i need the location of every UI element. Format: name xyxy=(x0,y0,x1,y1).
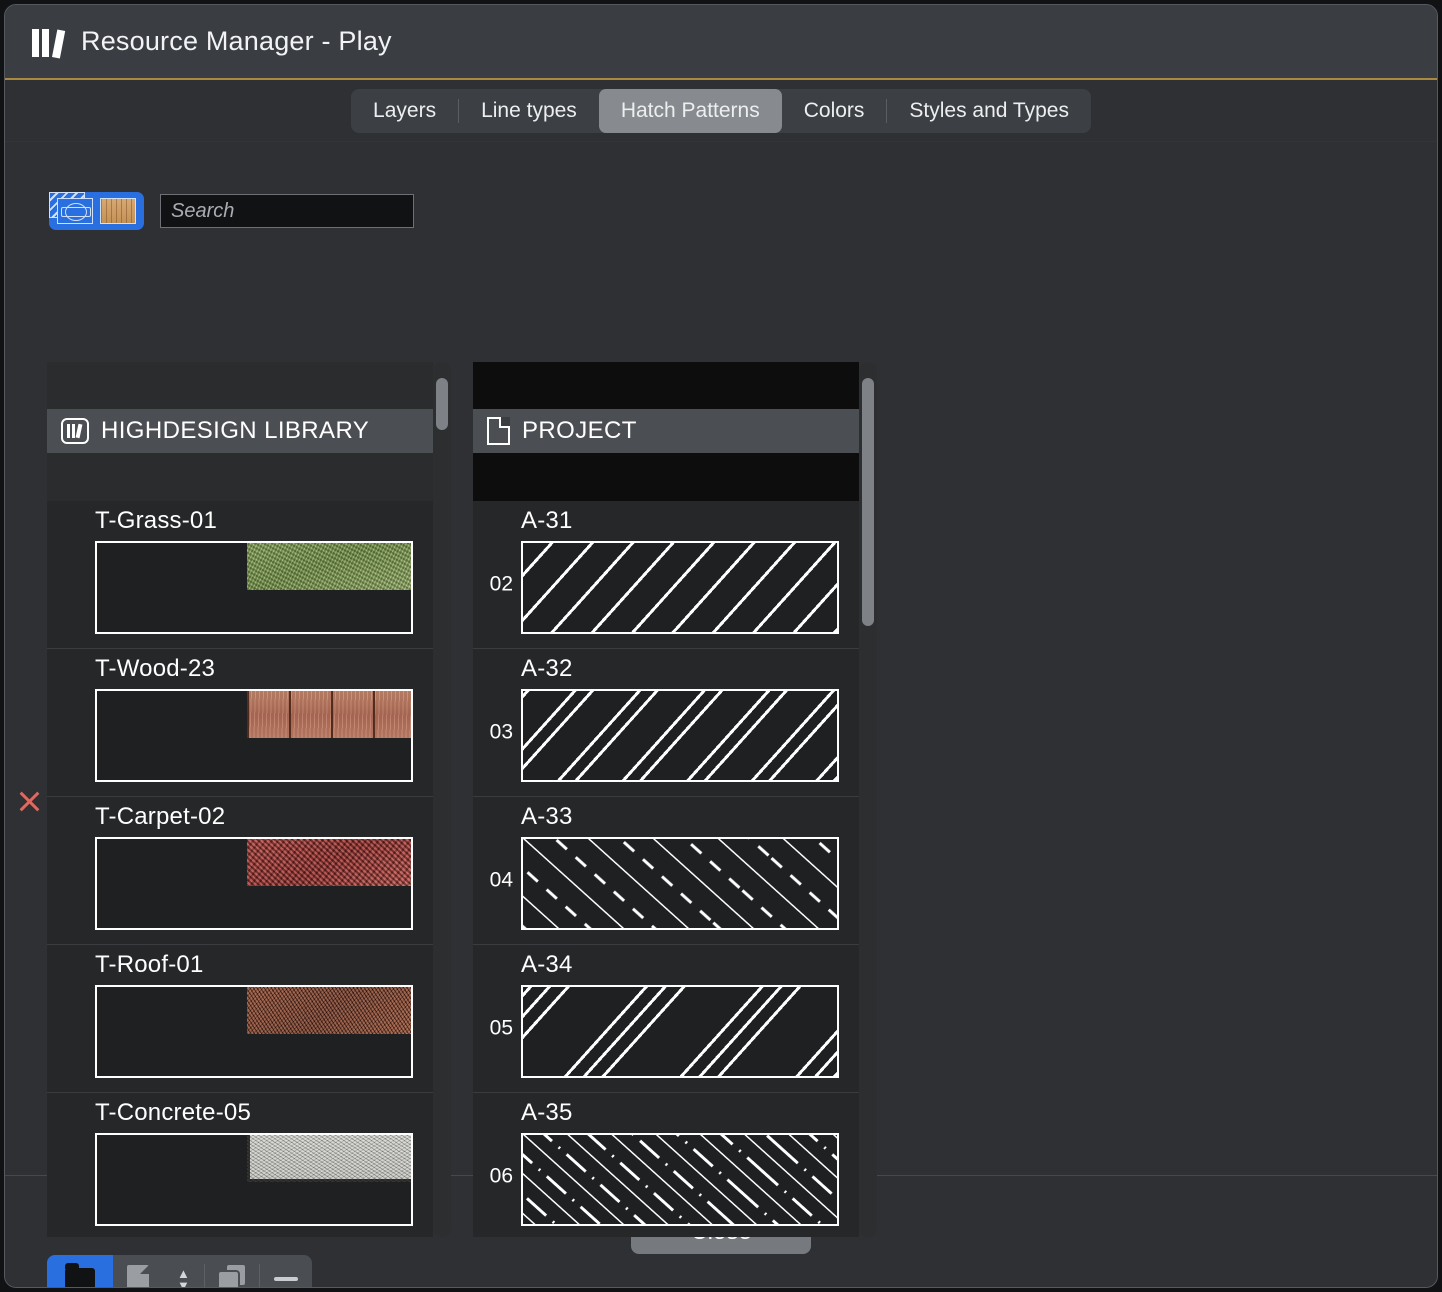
row-index: 05 xyxy=(489,1016,513,1040)
library-scrollbar-thumb[interactable] xyxy=(436,378,448,430)
hatch-single-icon xyxy=(523,543,837,632)
texture-filter-icon[interactable] xyxy=(100,198,136,224)
folder-icon xyxy=(65,1263,95,1287)
list-item[interactable]: T-Grass-01 xyxy=(47,501,433,649)
project-scrollbar[interactable] xyxy=(859,362,877,1237)
table-row[interactable]: 06 A-35 xyxy=(473,1093,859,1237)
library-panel: HIGHDESIGN LIBRARY T-Grass-01 T-Wood-23 xyxy=(47,362,451,1237)
title-bar: Resource Manager - Play xyxy=(5,5,1437,80)
wood-texture xyxy=(247,691,411,738)
project-header-gap xyxy=(473,453,859,501)
row-index: 06 xyxy=(489,1164,513,1188)
hatch-preview xyxy=(521,689,839,782)
texture-preview xyxy=(95,1133,413,1226)
tab-layers[interactable]: Layers xyxy=(351,89,458,133)
library-item-label: T-Grass-01 xyxy=(95,507,218,534)
main-content: HIGHDESIGN LIBRARY T-Grass-01 T-Wood-23 xyxy=(5,142,1437,1287)
row-index: 02 xyxy=(489,572,513,596)
carpet-texture xyxy=(247,839,411,886)
document-plus-icon: + xyxy=(127,1265,149,1288)
project-rows: 02 A-31 03 A-32 04 A-33 05 A-34 06 A-35 xyxy=(473,501,859,1237)
red-x-marker xyxy=(17,789,42,814)
table-row[interactable]: 03 A-32 xyxy=(473,649,859,797)
resource-panels: HIGHDESIGN LIBRARY T-Grass-01 T-Wood-23 xyxy=(47,362,877,1237)
search-input[interactable] xyxy=(160,194,414,228)
library-item-label: T-Concrete-05 xyxy=(95,1099,251,1126)
concrete-texture xyxy=(247,1135,411,1182)
texture-preview xyxy=(95,837,413,930)
table-row[interactable]: 02 A-31 xyxy=(473,501,859,649)
window-title: Resource Manager - Play xyxy=(81,26,392,56)
filter-button-group xyxy=(49,192,144,230)
project-header-label: PROJECT xyxy=(522,417,637,444)
row-index: 04 xyxy=(489,868,513,892)
tab-colors[interactable]: Colors xyxy=(782,89,887,133)
library-top-strip xyxy=(47,362,433,409)
resource-manager-window: Resource Manager - Play Layers Line type… xyxy=(4,4,1438,1288)
library-scroll-area: HIGHDESIGN LIBRARY T-Grass-01 T-Wood-23 xyxy=(47,362,433,1237)
project-top-strip xyxy=(473,362,859,409)
list-item[interactable]: T-Concrete-05 xyxy=(47,1093,433,1237)
document-icon xyxy=(487,417,510,445)
project-scroll-area: PROJECT 02 A-31 03 A-32 04 A-33 05 A-34 … xyxy=(473,362,859,1237)
grass-texture xyxy=(247,543,411,590)
hatch-preview xyxy=(521,1133,839,1226)
project-item-label: A-34 xyxy=(521,951,573,978)
library-rows: T-Grass-01 T-Wood-23 T-Carpet-02 T-Roof-… xyxy=(47,501,433,1237)
texture-preview xyxy=(95,689,413,782)
list-item[interactable]: T-Roof-01 xyxy=(47,945,433,1093)
plus-glyph: + xyxy=(132,1278,145,1288)
table-row[interactable]: 04 A-33 xyxy=(473,797,859,945)
hatch-dashdot-icon xyxy=(523,1135,837,1224)
hatch-triple-icon xyxy=(523,987,837,1076)
library-item-label: T-Wood-23 xyxy=(95,655,216,682)
library-header-label: HIGHDESIGN LIBRARY xyxy=(101,417,370,444)
filter-search-row xyxy=(49,192,414,230)
project-scrollbar-thumb[interactable] xyxy=(862,378,874,626)
new-resource-button[interactable]: + xyxy=(113,1255,163,1288)
sort-stepper[interactable]: ▲ ▼ xyxy=(163,1255,204,1288)
books-icon xyxy=(23,19,69,65)
project-item-label: A-32 xyxy=(521,655,573,682)
texture-preview xyxy=(95,541,413,634)
library-item-label: T-Carpet-02 xyxy=(95,803,226,830)
hatch-preview xyxy=(521,837,839,930)
hatch-dashed-icon xyxy=(523,839,837,928)
plus-glyph: + xyxy=(228,1278,241,1288)
list-item[interactable]: T-Carpet-02 xyxy=(47,797,433,945)
tab-styles-and-types[interactable]: Styles and Types xyxy=(887,89,1091,133)
row-index: 03 xyxy=(489,720,513,744)
symbol-pattern-filter-icon[interactable] xyxy=(57,198,93,224)
hatch-preview xyxy=(521,541,839,634)
hatch-preview xyxy=(521,985,839,1078)
tab-line-types[interactable]: Line types xyxy=(459,89,599,133)
tab-group: Layers Line types Hatch Patterns Colors … xyxy=(351,88,1091,133)
resource-action-toolbar: + ▲▼ + xyxy=(47,1255,312,1288)
open-folder-button[interactable] xyxy=(47,1255,113,1287)
roof-texture xyxy=(247,987,411,1034)
project-panel: PROJECT 02 A-31 03 A-32 04 A-33 05 A-34 … xyxy=(473,362,877,1237)
chevron-updown-icon: ▲ ▼ xyxy=(177,1265,190,1288)
library-item-label: T-Roof-01 xyxy=(95,951,204,978)
project-item-label: A-35 xyxy=(521,1099,573,1126)
table-row[interactable]: 05 A-34 xyxy=(473,945,859,1093)
project-item-label: A-31 xyxy=(521,507,573,534)
project-header[interactable]: PROJECT xyxy=(473,409,859,453)
tab-hatch-patterns[interactable]: Hatch Patterns xyxy=(598,88,782,133)
remove-button[interactable] xyxy=(260,1255,312,1287)
hatch-pair-icon xyxy=(523,691,837,780)
texture-preview xyxy=(95,985,413,1078)
library-header[interactable]: HIGHDESIGN LIBRARY xyxy=(47,409,433,453)
list-item[interactable]: T-Wood-23 xyxy=(47,649,433,797)
library-books-icon xyxy=(61,418,89,444)
duplicate-button[interactable]: + xyxy=(205,1255,259,1288)
project-item-label: A-33 xyxy=(521,803,573,830)
minus-icon xyxy=(273,1277,298,1281)
duplicate-plus-icon: + xyxy=(218,1265,245,1288)
tab-bar: Layers Line types Hatch Patterns Colors … xyxy=(5,80,1437,142)
library-scrollbar[interactable] xyxy=(433,362,451,1237)
library-header-gap xyxy=(47,453,433,501)
